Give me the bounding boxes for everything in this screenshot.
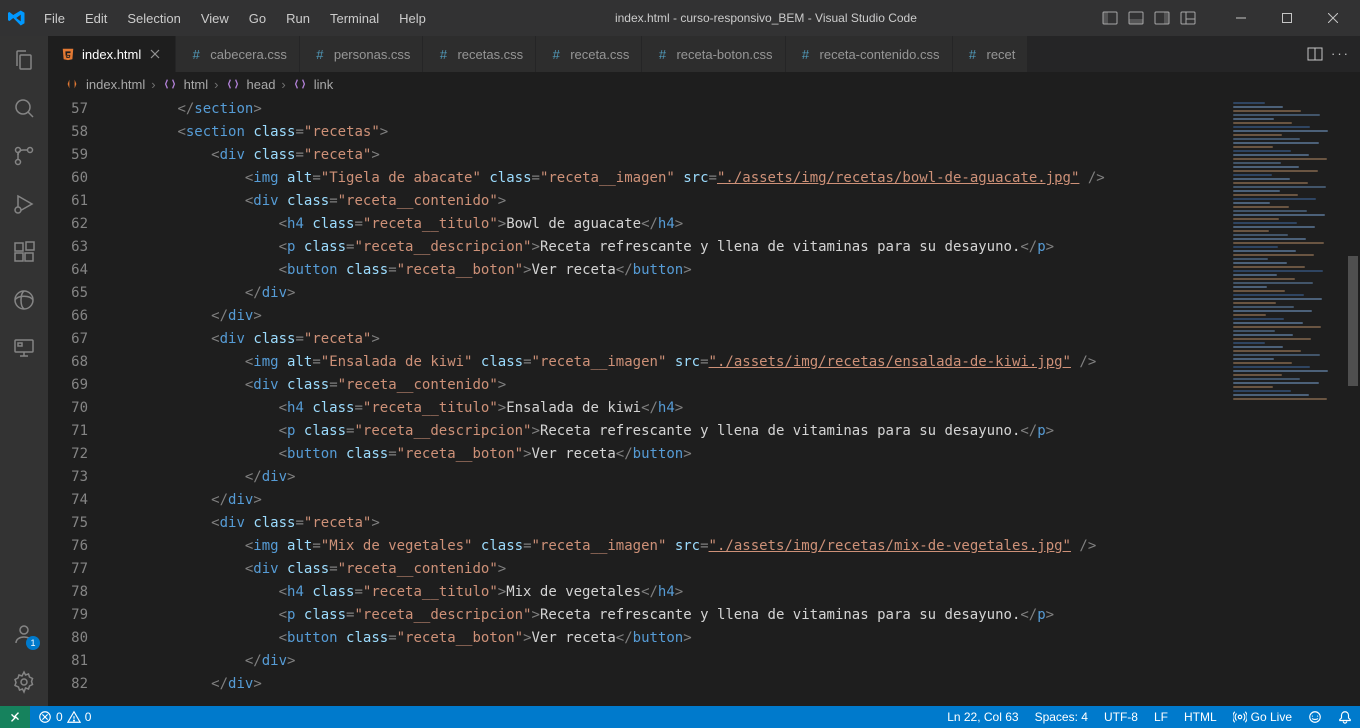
menu-run[interactable]: Run: [278, 7, 318, 30]
explorer-icon[interactable]: [0, 36, 48, 84]
tab-label: receta.css: [570, 47, 629, 62]
accounts-badge: 1: [26, 636, 40, 650]
chevron-right-icon: ›: [151, 77, 155, 92]
warning-count: 0: [85, 710, 92, 724]
maximize-button[interactable]: [1264, 0, 1310, 36]
tab-recetas-css[interactable]: # recetas.css: [423, 36, 536, 72]
css-file-icon: #: [312, 46, 328, 62]
chevron-right-icon: ›: [214, 77, 218, 92]
menu-edit[interactable]: Edit: [77, 7, 115, 30]
close-icon[interactable]: [147, 46, 163, 62]
minimize-button[interactable]: [1218, 0, 1264, 36]
indentation[interactable]: Spaces: 4: [1027, 710, 1096, 724]
close-button[interactable]: [1310, 0, 1356, 36]
line-numbers: 57 58 59 60 61 62 63 64 65 66 67 68 69 7…: [48, 96, 110, 706]
encoding[interactable]: UTF-8: [1096, 710, 1146, 724]
split-editor-icon[interactable]: [1307, 46, 1323, 62]
activity-bar: 1: [0, 36, 48, 706]
toggle-panel-icon[interactable]: [1124, 6, 1148, 30]
window-title: index.html - curso-responsivo_BEM - Visu…: [434, 11, 1098, 25]
menu-selection[interactable]: Selection: [119, 7, 188, 30]
symbol-icon: [162, 76, 178, 92]
symbol-icon: [225, 76, 241, 92]
tab-receta-contenido-css[interactable]: # receta-contenido.css: [786, 36, 953, 72]
code-content[interactable]: </section> <section class="recetas"> <di…: [110, 96, 1226, 706]
editor-tabs: index.html # cabecera.css # personas.css #…: [48, 36, 1360, 72]
tab-label: recet: [987, 47, 1016, 62]
error-count: 0: [56, 710, 63, 724]
tab-receta-boton-css[interactable]: # receta-boton.css: [642, 36, 785, 72]
tab-cabecera-css[interactable]: # cabecera.css: [176, 36, 300, 72]
tab-receta-css[interactable]: # receta.css: [536, 36, 642, 72]
problems-button[interactable]: 0 0: [30, 706, 99, 728]
run-debug-icon[interactable]: [0, 180, 48, 228]
customize-layout-icon[interactable]: [1176, 6, 1200, 30]
menu-bar: File Edit Selection View Go Run Terminal…: [36, 7, 434, 30]
menu-go[interactable]: Go: [241, 7, 274, 30]
css-file-icon: #: [435, 46, 451, 62]
go-live-button[interactable]: Go Live: [1225, 710, 1300, 724]
status-bar: 0 0 Ln 22, Col 63 Spaces: 4 UTF-8 LF HTM…: [0, 706, 1360, 728]
tab-label: index.html: [82, 47, 141, 62]
toggle-primary-sidebar-icon[interactable]: [1098, 6, 1122, 30]
search-icon[interactable]: [0, 84, 48, 132]
extensions-icon[interactable]: [0, 228, 48, 276]
menu-view[interactable]: View: [193, 7, 237, 30]
scrollbar-thumb[interactable]: [1348, 256, 1358, 386]
breadcrumbs[interactable]: index.html › html › head › link: [48, 72, 1360, 96]
eol[interactable]: LF: [1146, 710, 1176, 724]
breadcrumb-item[interactable]: index.html: [86, 77, 145, 92]
tab-label: receta-boton.css: [676, 47, 772, 62]
symbol-icon: [292, 76, 308, 92]
go-live-label: Go Live: [1251, 710, 1292, 724]
more-actions-icon[interactable]: ···: [1331, 46, 1350, 62]
minimap[interactable]: [1226, 96, 1346, 706]
cursor-position[interactable]: Ln 22, Col 63: [939, 710, 1026, 724]
breadcrumb-item[interactable]: link: [314, 77, 334, 92]
edge-tools-icon[interactable]: [0, 276, 48, 324]
css-file-icon: #: [965, 46, 981, 62]
feedback-icon[interactable]: [1300, 710, 1330, 724]
title-bar: File Edit Selection View Go Run Terminal…: [0, 0, 1360, 36]
html-file-icon: [60, 46, 76, 62]
accounts-icon[interactable]: 1: [0, 610, 48, 658]
menu-file[interactable]: File: [36, 7, 73, 30]
html-file-icon: [64, 76, 80, 92]
tab-label: cabecera.css: [210, 47, 287, 62]
breadcrumb-item[interactable]: head: [247, 77, 276, 92]
css-file-icon: #: [548, 46, 564, 62]
remote-button[interactable]: [0, 706, 30, 728]
css-file-icon: #: [188, 46, 204, 62]
css-file-icon: #: [798, 46, 814, 62]
editor-body[interactable]: 57 58 59 60 61 62 63 64 65 66 67 68 69 7…: [48, 96, 1360, 706]
breadcrumb-item[interactable]: html: [184, 77, 209, 92]
vertical-scrollbar[interactable]: [1346, 96, 1360, 706]
menu-help[interactable]: Help: [391, 7, 434, 30]
tab-personas-css[interactable]: # personas.css: [300, 36, 424, 72]
tab-label: receta-contenido.css: [820, 47, 940, 62]
toggle-secondary-sidebar-icon[interactable]: [1150, 6, 1174, 30]
settings-gear-icon[interactable]: [0, 658, 48, 706]
remote-explorer-icon[interactable]: [0, 324, 48, 372]
vscode-icon: [8, 9, 26, 27]
menu-terminal[interactable]: Terminal: [322, 7, 387, 30]
chevron-right-icon: ›: [281, 77, 285, 92]
language-mode[interactable]: HTML: [1176, 710, 1225, 724]
tab-label: recetas.css: [457, 47, 523, 62]
tab-label: personas.css: [334, 47, 411, 62]
notifications-icon[interactable]: [1330, 710, 1360, 724]
source-control-icon[interactable]: [0, 132, 48, 180]
tab-truncated[interactable]: # recet: [953, 36, 1029, 72]
css-file-icon: #: [654, 46, 670, 62]
tab-index-html[interactable]: index.html: [48, 36, 176, 72]
